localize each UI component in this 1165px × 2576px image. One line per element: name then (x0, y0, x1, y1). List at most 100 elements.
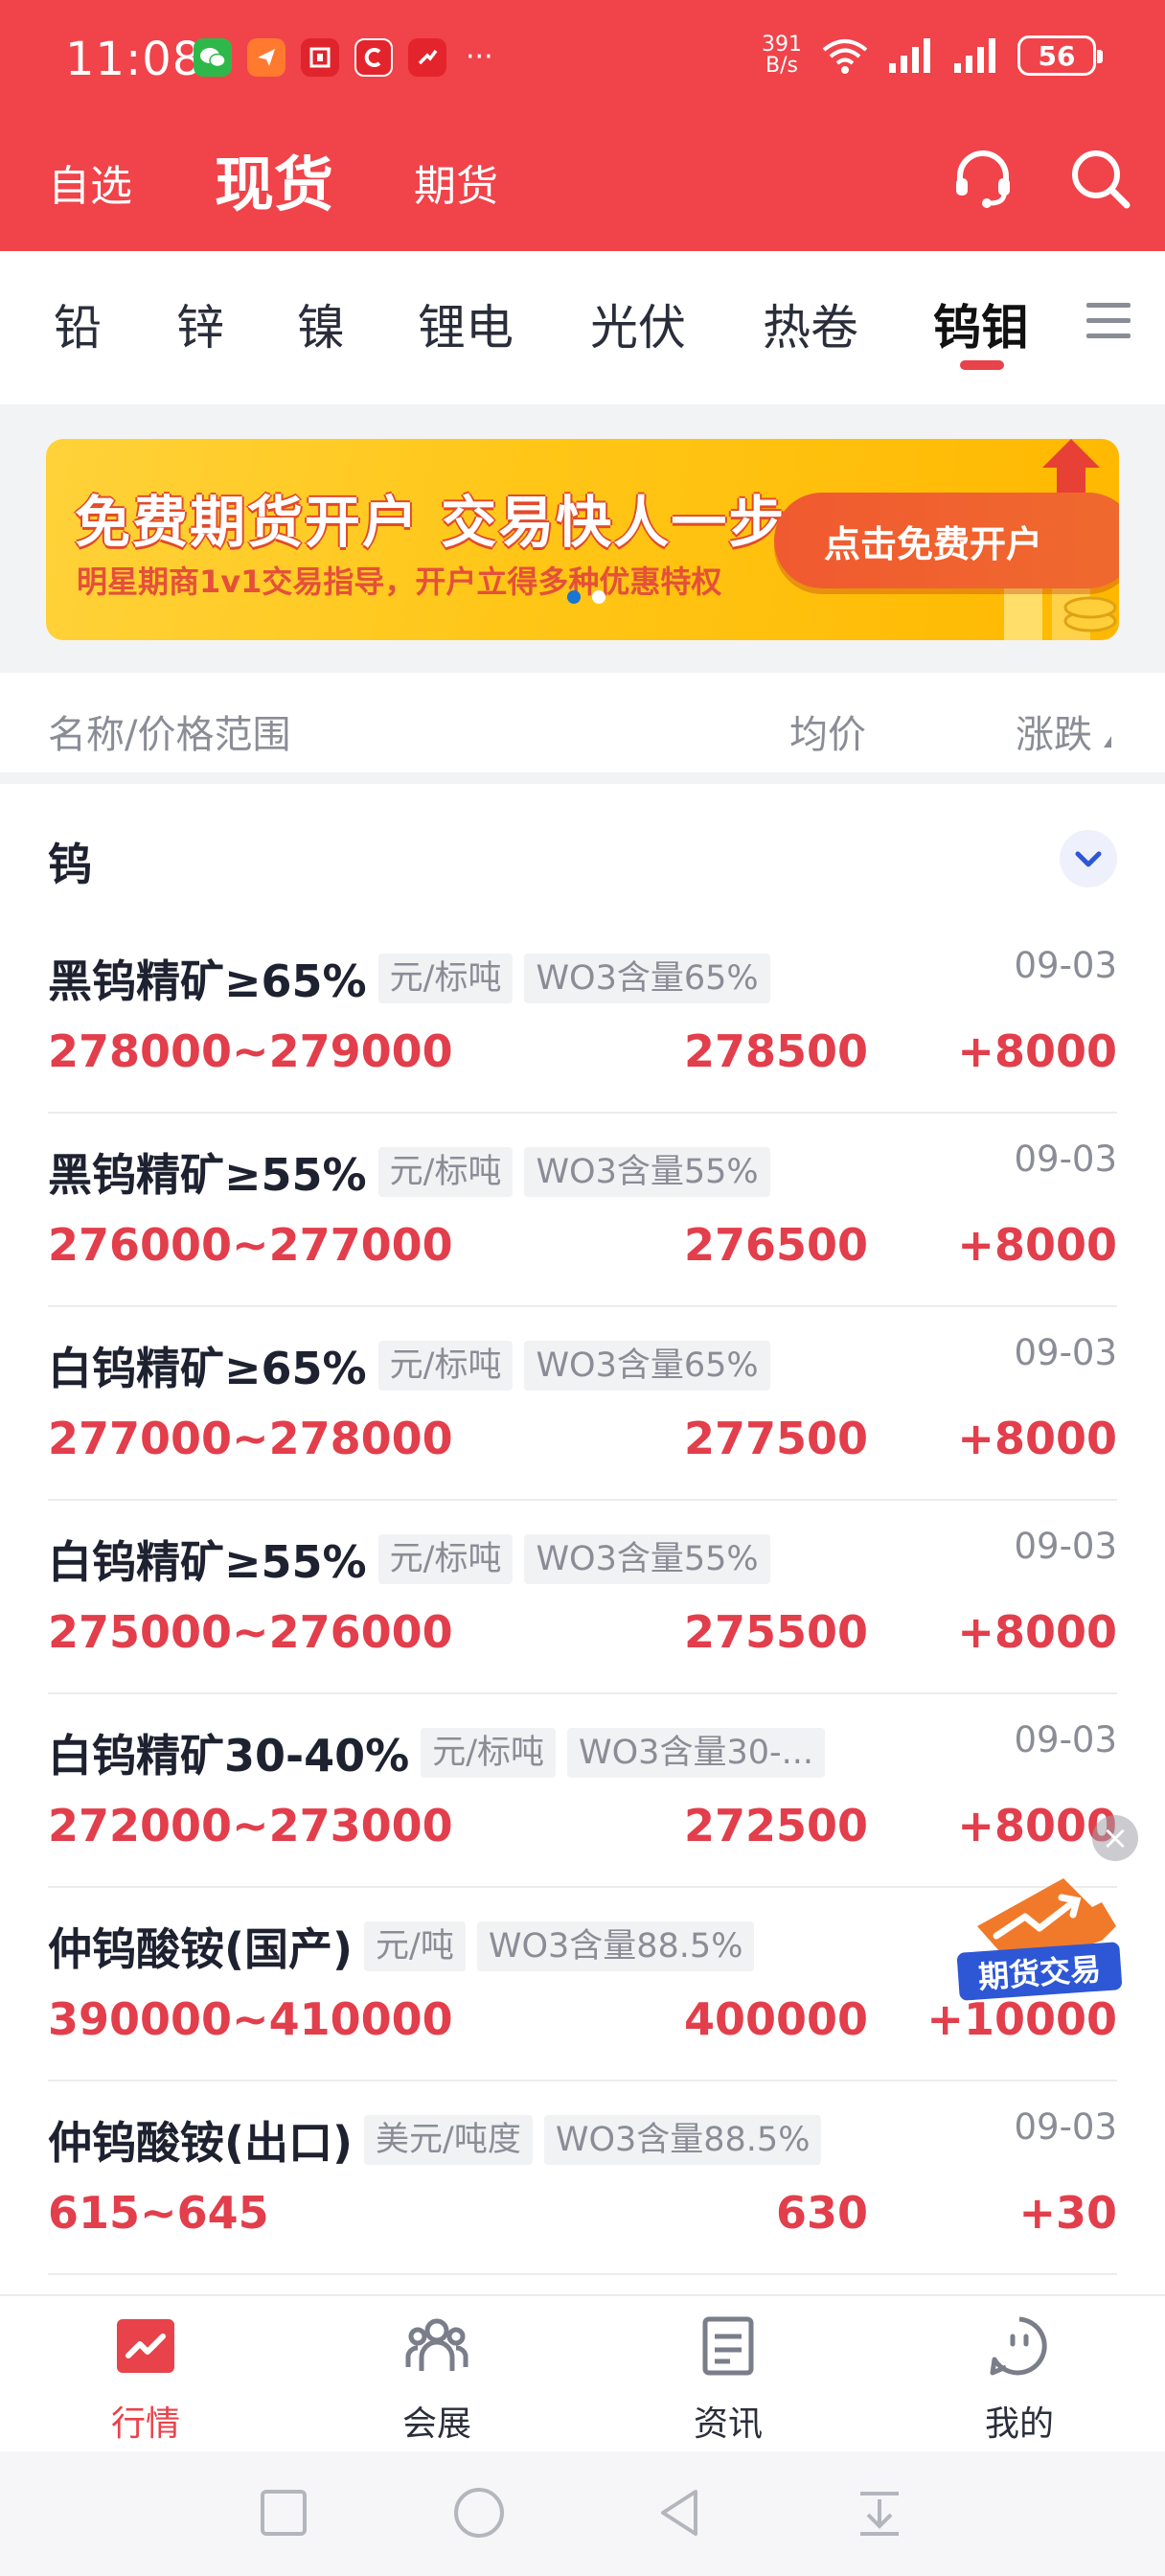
product-name: 仲钨酸铵(国产) (48, 1923, 354, 1975)
category-nickel[interactable]: 镍 (297, 289, 345, 358)
battery-indicator: 56 (1017, 35, 1103, 76)
price-change: +8000 (957, 1413, 1117, 1464)
spec-tag: WO3含量30-... (567, 1728, 825, 1778)
price-range: 278000~279000 (48, 1025, 453, 1077)
unit-tag: 元/标吨 (377, 1147, 514, 1197)
price-range: 275000~276000 (48, 1606, 453, 1658)
product-name: 仲钨酸铵(出口) (48, 2117, 354, 2169)
back-icon[interactable] (653, 2486, 707, 2540)
spec-tag: WO3含量55% (524, 1534, 770, 1584)
app-header: 11:08 ··· 391 B/s 56 自选 现货 期货 (0, 0, 1165, 251)
category-tungsten-moly[interactable]: 钨钼 (933, 289, 1029, 358)
unit-tag: 元/标吨 (421, 1728, 557, 1778)
column-change[interactable]: 涨跌 (1016, 703, 1092, 759)
price-range: 272000~273000 (48, 1800, 453, 1852)
search-icon[interactable] (1065, 144, 1134, 213)
finance-app-icon (301, 38, 339, 77)
notification-shade-icon[interactable] (853, 2486, 906, 2540)
unit-tag: 元/标吨 (377, 1534, 514, 1584)
futures-trade-badge[interactable]: 期货交易 (956, 1869, 1123, 2012)
price-date: 09-03 (1014, 1526, 1117, 1567)
notification-icons: ··· (194, 38, 493, 77)
average-price: 272500 (683, 1800, 868, 1852)
banner-subtitle: 明星期商1v1交易指导，开户立得多种优惠特权 (77, 564, 722, 600)
sort-icon[interactable] (1104, 736, 1111, 748)
average-price: 278500 (683, 1025, 868, 1077)
chevron-down-icon[interactable] (1060, 830, 1117, 887)
close-float-button[interactable]: × (1092, 1815, 1138, 1861)
price-row[interactable]: 白钨精矿≥55% 元/标吨 WO3含量55% 09-03 275000~2760… (48, 1501, 1117, 1694)
wechat-icon (194, 38, 232, 77)
price-row[interactable]: 仲钨酸铵(出口) 美元/吨度 WO3含量88.5% 09-03 615~645 … (48, 2082, 1117, 2275)
spec-tag: WO3含量88.5% (476, 1921, 755, 1971)
people-icon (405, 2318, 468, 2371)
banner-title: 免费期货开户 交易快人一步 (75, 490, 787, 555)
section-title: 钨 (48, 839, 92, 890)
product-name: 黑钨精矿≥65% (48, 955, 367, 1007)
price-range: 276000~277000 (48, 1219, 453, 1271)
wifi-icon (822, 39, 868, 74)
column-average: 均价 (789, 713, 866, 757)
spec-tag: WO3含量65% (524, 1341, 770, 1391)
tab-market[interactable]: 行情 (69, 2313, 222, 2446)
carousel-dot (592, 590, 605, 604)
more-notifications-icon: ··· (466, 40, 493, 74)
carousel-dot-active (567, 590, 581, 604)
spec-tag: WO3含量88.5% (543, 2115, 822, 2165)
spec-tag: WO3含量55% (524, 1147, 770, 1197)
price-date: 09-03 (1014, 1332, 1117, 1373)
tab-exhibition[interactable]: 会展 (360, 2313, 514, 2446)
recent-apps-icon[interactable] (257, 2486, 310, 2540)
free-open-account-button[interactable]: 点击免费开户 (774, 493, 1119, 588)
tab-spot[interactable]: 现货 (215, 136, 333, 222)
category-lead[interactable]: 铅 (54, 289, 102, 358)
profile-icon (990, 2316, 1047, 2376)
top-nav: 自选 现货 期货 (0, 123, 1165, 238)
system-status: 391 B/s 56 (761, 33, 1103, 78)
tab-futures[interactable]: 期货 (414, 151, 498, 213)
price-change: +8000 (957, 1219, 1117, 1271)
unit-tag: 元/标吨 (377, 1341, 514, 1391)
product-name: 黑钨精矿≥55% (48, 1149, 367, 1201)
price-date: 09-03 (1014, 1719, 1117, 1760)
send-app-icon (247, 38, 286, 77)
tab-news[interactable]: 资讯 (651, 2313, 805, 2446)
banner-area: 免费期货开户 交易快人一步 明星期商1v1交易指导，开户立得多种优惠特权 点击免… (0, 404, 1165, 673)
category-pv[interactable]: 光伏 (590, 289, 686, 358)
price-row[interactable]: 仲钨酸铵(国产) 元/吨 WO3含量88.5% 390000~410000 40… (48, 1888, 1117, 2082)
price-range: 390000~410000 (48, 1993, 453, 2045)
category-zinc[interactable]: 锌 (176, 289, 224, 358)
c-app-icon (354, 38, 393, 77)
product-name: 白钨精矿≥65% (48, 1343, 367, 1394)
signal-icon (889, 38, 930, 73)
price-range: 615~645 (48, 2187, 269, 2239)
net-speed: 391 B/s (762, 33, 802, 78)
promo-banner[interactable]: 免费期货开户 交易快人一步 明星期商1v1交易指导，开户立得多种优惠特权 点击免… (46, 439, 1119, 640)
column-header: 名称/价格范围 均价 涨跌 (0, 673, 1165, 784)
price-date: 09-03 (1014, 945, 1117, 986)
home-icon[interactable] (452, 2486, 506, 2540)
menu-icon[interactable] (1085, 299, 1132, 343)
carousel-dots (567, 590, 605, 604)
status-bar: 11:08 ··· 391 B/s 56 (0, 0, 1165, 115)
product-name: 白钨精矿30-40% (48, 1730, 410, 1782)
price-change: +30 (1018, 2187, 1117, 2239)
tab-profile[interactable]: 我的 (943, 2313, 1096, 2446)
headset-icon[interactable] (948, 144, 1017, 213)
average-price: 276500 (683, 1219, 868, 1271)
price-row[interactable]: 黑钨精矿≥55% 元/标吨 WO3含量55% 09-03 276000~2770… (48, 1114, 1117, 1307)
category-hot-coil[interactable]: 热卷 (763, 289, 858, 358)
price-row[interactable]: 白钨精矿30-40% 元/标吨 WO3含量30-... 09-03 272000… (48, 1694, 1117, 1888)
market-chart-icon (117, 2319, 174, 2373)
spec-tag: WO3含量65% (524, 954, 770, 1003)
product-name: 白钨精矿≥55% (48, 1536, 367, 1588)
price-row[interactable]: 黑钨精矿≥65% 元/标吨 WO3含量65% 09-03 278000~2790… (48, 920, 1117, 1114)
tab-watchlist[interactable]: 自选 (48, 151, 132, 213)
average-price: 630 (775, 2187, 868, 2239)
price-date: 09-03 (1014, 1138, 1117, 1180)
category-lithium[interactable]: 锂电 (418, 289, 514, 358)
bottom-tab-bar: 行情 会展 资讯 我的 (0, 2294, 1165, 2451)
system-nav-bar (0, 2451, 1165, 2576)
unit-tag: 美元/吨度 (364, 2115, 533, 2165)
price-row[interactable]: 白钨精矿≥65% 元/标吨 WO3含量65% 09-03 277000~2780… (48, 1307, 1117, 1501)
